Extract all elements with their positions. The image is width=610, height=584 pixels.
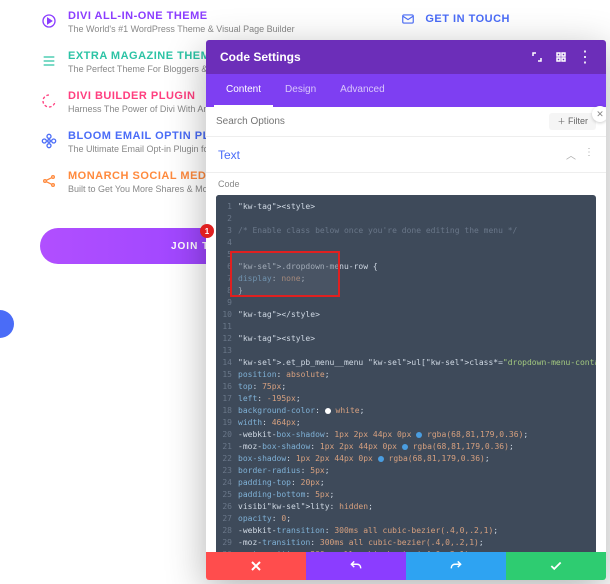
list-icon [40,52,58,70]
code-editor[interactable]: 1234567891011121314151617181920212223242… [216,195,596,580]
text-section-header[interactable]: Text ︿ ⋮ [206,137,606,173]
more-icon[interactable]: ⋮ [578,50,592,64]
plugin-title: DIVI ALL-IN-ONE THEME [68,10,295,22]
chevron-up-icon[interactable]: ︿ [566,147,576,162]
get-in-touch-link[interactable]: GET IN TOUCH [401,12,510,26]
play-circle-icon [40,12,58,30]
tab-advanced[interactable]: Advanced [328,74,396,107]
close-modal-icon[interactable]: ✕ [592,106,606,122]
search-row: ＋ Filter [206,107,606,137]
plugin-desc: The World's #1 WordPress Theme & Visual … [68,24,295,34]
undo-button[interactable] [306,552,406,580]
tab-design[interactable]: Design [273,74,328,107]
search-input[interactable] [216,116,549,127]
plugin-text: DIVI ALL-IN-ONE THEME The World's #1 Wor… [68,10,295,34]
code-gutter: 1234567891011121314151617181920212223242… [216,195,236,580]
code-settings-modal: ✕ Code Settings ⋮ ContentDesignAdvanced … [206,40,606,580]
section-title: Text [218,148,240,162]
tab-content[interactable]: Content [214,74,273,107]
flower-icon [40,132,58,150]
section-more-icon[interactable]: ⋮ [584,147,594,162]
code-field-label: Code [206,173,606,191]
plugin-item[interactable]: DIVI ALL-IN-ONE THEME The World's #1 Wor… [40,10,370,34]
share-icon [40,172,58,190]
save-button[interactable] [506,552,606,580]
code-content: "kw-tag"><style> /* Enable class below o… [238,201,592,580]
expand-icon[interactable] [530,50,544,64]
annotation-badge-1: 1 [200,224,214,238]
filter-label: Filter [568,116,588,126]
modal-action-bar [206,552,606,580]
filter-button[interactable]: ＋ Filter [549,113,596,130]
modal-header: Code Settings ⋮ [206,40,606,74]
modal-title: Code Settings [220,50,301,64]
modal-tabs: ContentDesignAdvanced [206,74,606,107]
redo-button[interactable] [406,552,506,580]
cancel-button[interactable] [206,552,306,580]
side-handle[interactable] [0,310,14,338]
grid-icon[interactable] [554,50,568,64]
mail-icon [401,12,415,26]
loader-icon [40,92,58,110]
get-in-touch-label: GET IN TOUCH [425,13,510,25]
